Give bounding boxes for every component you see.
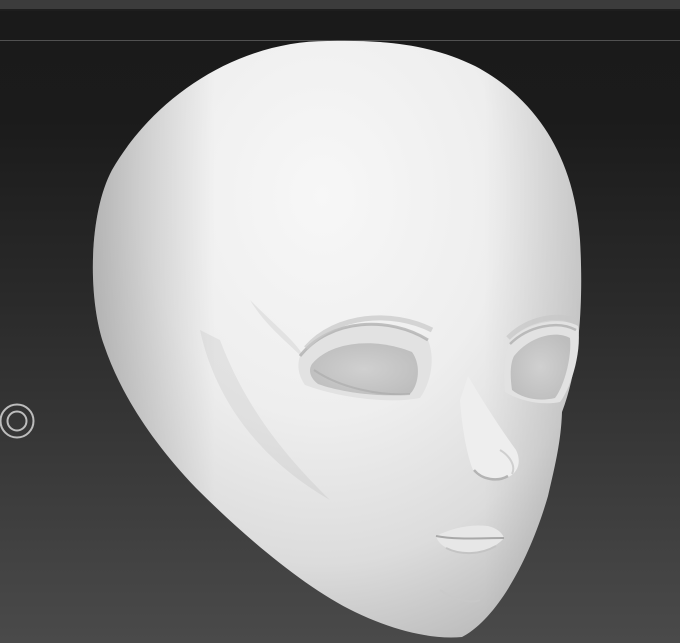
rotation-gizmo[interactable] xyxy=(0,402,36,440)
double-circle-icon xyxy=(0,403,35,439)
head-sculpt-model[interactable] xyxy=(0,0,680,643)
sculpt-viewport[interactable] xyxy=(0,0,680,643)
